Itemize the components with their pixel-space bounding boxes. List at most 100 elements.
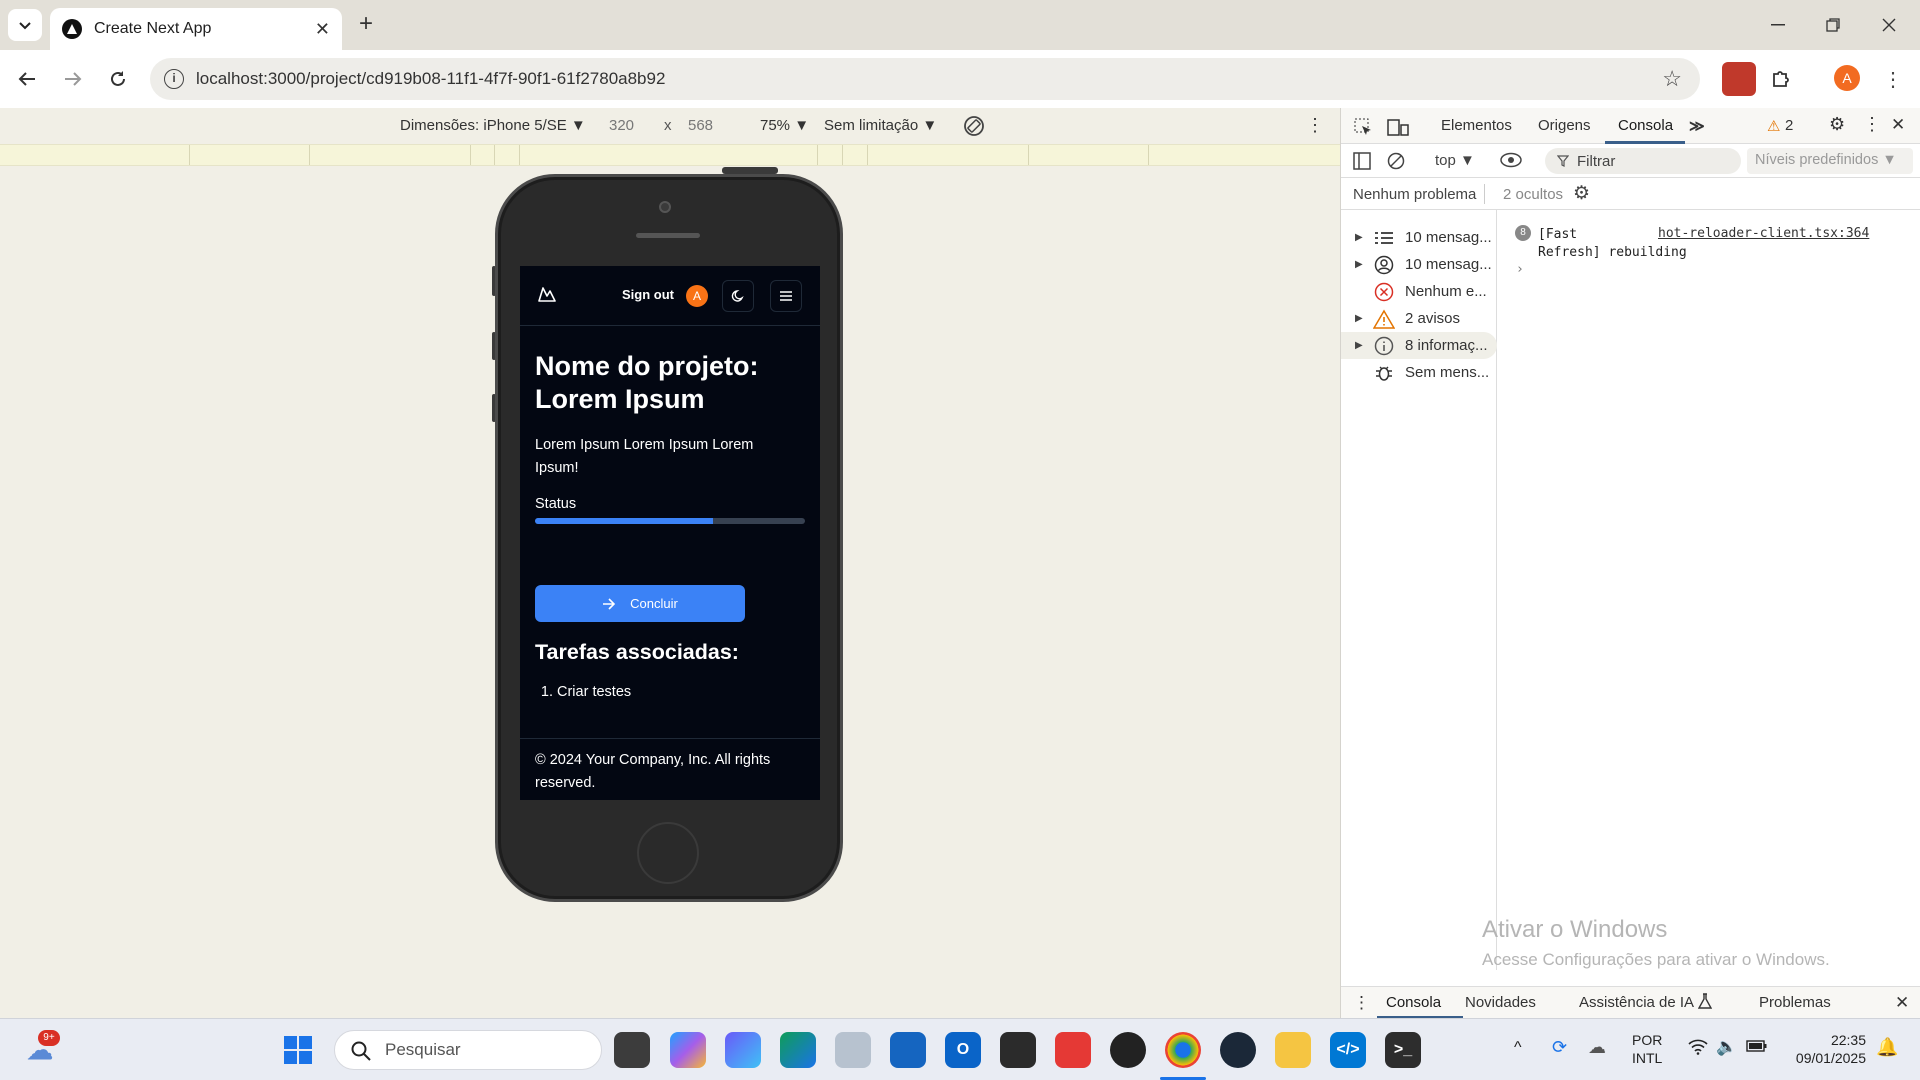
devtools-menu-icon[interactable]: ⋮ (1863, 114, 1881, 135)
device-select[interactable]: Dimensões: iPhone 5/SE ▼ (400, 117, 586, 134)
close-drawer-icon[interactable]: ✕ (1895, 993, 1909, 1013)
tab-origens[interactable]: Origens (1538, 117, 1591, 134)
tray-chevron-up-icon[interactable]: ^ (1514, 1039, 1522, 1057)
profile-avatar[interactable]: A (1834, 65, 1860, 91)
info-icon (1373, 336, 1395, 356)
weather-badge: 9+ (38, 1030, 60, 1046)
search-icon (351, 1041, 371, 1061)
sign-out-link[interactable]: Sign out (622, 287, 674, 302)
close-window-icon[interactable] (1866, 8, 1912, 42)
phone-home-button (637, 822, 699, 884)
zoom-select[interactable]: 75% ▼ (760, 117, 809, 134)
drawer-tabbar: ⋮ Consola Novidades Assistência de IA Pr… (1341, 986, 1920, 1019)
sidebar-item-errors[interactable]: Nenhum e... (1341, 278, 1497, 305)
device-width-input[interactable]: 320 (609, 117, 634, 134)
taskbar-search[interactable]: Pesquisar (334, 1030, 602, 1070)
device-toggle-icon[interactable] (1387, 117, 1409, 137)
back-arrow-icon[interactable] (10, 62, 44, 96)
browser-toolbar: i localhost:3000/project/cd919b08-11f1-4… (0, 50, 1920, 108)
filter-input[interactable]: Filtrar (1545, 148, 1741, 174)
context-select[interactable]: top ▼ (1435, 152, 1475, 169)
app-spiral-icon[interactable] (1110, 1032, 1146, 1068)
browser-menu-icon[interactable]: ⋮ (1876, 62, 1910, 96)
address-bar[interactable]: i localhost:3000/project/cd919b08-11f1-4… (150, 58, 1700, 100)
user-avatar[interactable]: A (686, 285, 708, 307)
tab-elementos[interactable]: Elementos (1441, 117, 1512, 134)
console-prompt-icon[interactable]: › (1516, 262, 1524, 277)
notifications-bell-icon[interactable]: 🔔 (1876, 1037, 1898, 1058)
chrome-icon[interactable] (1165, 1032, 1201, 1068)
anydesk-icon[interactable] (1055, 1032, 1091, 1068)
new-tab-button[interactable]: + (352, 10, 380, 38)
task-view-icon[interactable] (614, 1032, 650, 1068)
outlook-icon[interactable]: O (945, 1032, 981, 1068)
app-logo-icon[interactable] (538, 286, 556, 302)
theme-toggle-button[interactable] (722, 280, 754, 312)
tab-search-button[interactable] (8, 9, 42, 41)
windows-start-icon[interactable] (280, 1032, 316, 1068)
bookmark-star-icon[interactable]: ☆ (1662, 66, 1682, 92)
console-source-link[interactable]: hot-reloader-client.tsx:364 (1658, 226, 1869, 241)
sidebar-item-user-messages[interactable]: ▶ 10 mensag... (1341, 251, 1497, 278)
device-height-input[interactable]: 568 (688, 117, 713, 134)
drawer-menu-icon[interactable]: ⋮ (1353, 993, 1370, 1013)
console-settings-gear-icon[interactable]: ⚙ (1573, 182, 1590, 205)
conclude-button[interactable]: Concluir (535, 585, 745, 622)
sidebar-item-info[interactable]: ▶ 8 informaç... (1341, 332, 1497, 359)
language-code: POR (1632, 1032, 1663, 1048)
onedrive-cloud-icon[interactable]: ☁ (1588, 1037, 1606, 1058)
more-tabs-icon[interactable]: ≫ (1689, 117, 1705, 135)
issues-status[interactable]: Nenhum problema (1353, 186, 1476, 203)
wifi-icon[interactable] (1688, 1039, 1708, 1055)
extension-icon[interactable] (1722, 62, 1756, 96)
inspect-element-icon[interactable] (1353, 117, 1373, 137)
sidebar-item-messages[interactable]: ▶ 10 mensag... (1341, 224, 1497, 251)
forward-arrow-icon[interactable] (56, 62, 90, 96)
volume-icon[interactable]: 🔈 (1716, 1037, 1737, 1057)
edge-browser-icon[interactable] (780, 1032, 816, 1068)
extensions-puzzle-icon[interactable] (1764, 62, 1798, 96)
settings-gear-icon[interactable]: ⚙ (1829, 114, 1845, 135)
media-app-icon[interactable] (1000, 1032, 1036, 1068)
system-clock[interactable]: 22:35 09/01/2025 (1786, 1031, 1866, 1067)
live-expression-eye-icon[interactable] (1499, 152, 1523, 168)
menu-button[interactable] (770, 280, 802, 312)
battery-icon[interactable] (1746, 1039, 1768, 1053)
expand-triangle-icon: ▶ (1355, 259, 1363, 270)
throttle-select[interactable]: Sem limitação ▼ (824, 117, 937, 134)
notes-app-icon[interactable] (835, 1032, 871, 1068)
device-toolbar-menu-icon[interactable]: ⋮ (1306, 115, 1324, 136)
sidebar-item-verbose[interactable]: Sem mens... (1341, 359, 1497, 386)
drawer-tab-ai-assistance[interactable]: Assistência de IA (1579, 994, 1694, 1011)
drawer-tab-problemas[interactable]: Problemas (1759, 994, 1831, 1011)
site-info-icon[interactable]: i (164, 69, 184, 89)
sidebar-toggle-icon[interactable] (1353, 152, 1371, 170)
sync-icon[interactable]: ⟳ (1552, 1037, 1567, 1058)
tab-close-icon[interactable]: ✕ (315, 19, 330, 40)
minimize-icon[interactable] (1755, 8, 1801, 42)
steam-icon[interactable] (1220, 1032, 1256, 1068)
browser-tab[interactable]: Create Next App ✕ (50, 8, 342, 50)
warning-icon[interactable]: ⚠ (1767, 117, 1780, 135)
copilot-icon[interactable] (670, 1032, 706, 1068)
user-icon (1373, 255, 1395, 275)
microsoft-store-icon[interactable] (890, 1032, 926, 1068)
file-explorer-icon[interactable] (1275, 1032, 1311, 1068)
clock-time: 22:35 (1830, 1032, 1866, 1048)
restore-icon[interactable] (1810, 8, 1856, 42)
clear-console-icon[interactable] (1387, 152, 1405, 170)
hidden-count: 2 ocultos (1503, 186, 1564, 203)
close-devtools-icon[interactable]: ✕ (1891, 115, 1905, 135)
sidebar-item-warnings[interactable]: ▶ 2 avisos (1341, 305, 1497, 332)
log-levels-select[interactable]: Níveis predefinidos ▼ (1747, 148, 1913, 174)
microsoft365-icon[interactable] (725, 1032, 761, 1068)
keyboard-language[interactable]: POR INTL (1632, 1031, 1662, 1067)
vscode-icon[interactable]: </> (1330, 1032, 1366, 1068)
terminal-icon[interactable]: >_ (1385, 1032, 1421, 1068)
reload-icon[interactable] (101, 62, 135, 96)
drawer-tab-novidades[interactable]: Novidades (1465, 994, 1536, 1011)
drawer-tab-consola[interactable]: Consola (1386, 994, 1441, 1011)
clock-date: 09/01/2025 (1795, 1050, 1866, 1066)
rotate-icon[interactable] (962, 114, 986, 138)
tab-consola[interactable]: Consola (1618, 117, 1673, 134)
